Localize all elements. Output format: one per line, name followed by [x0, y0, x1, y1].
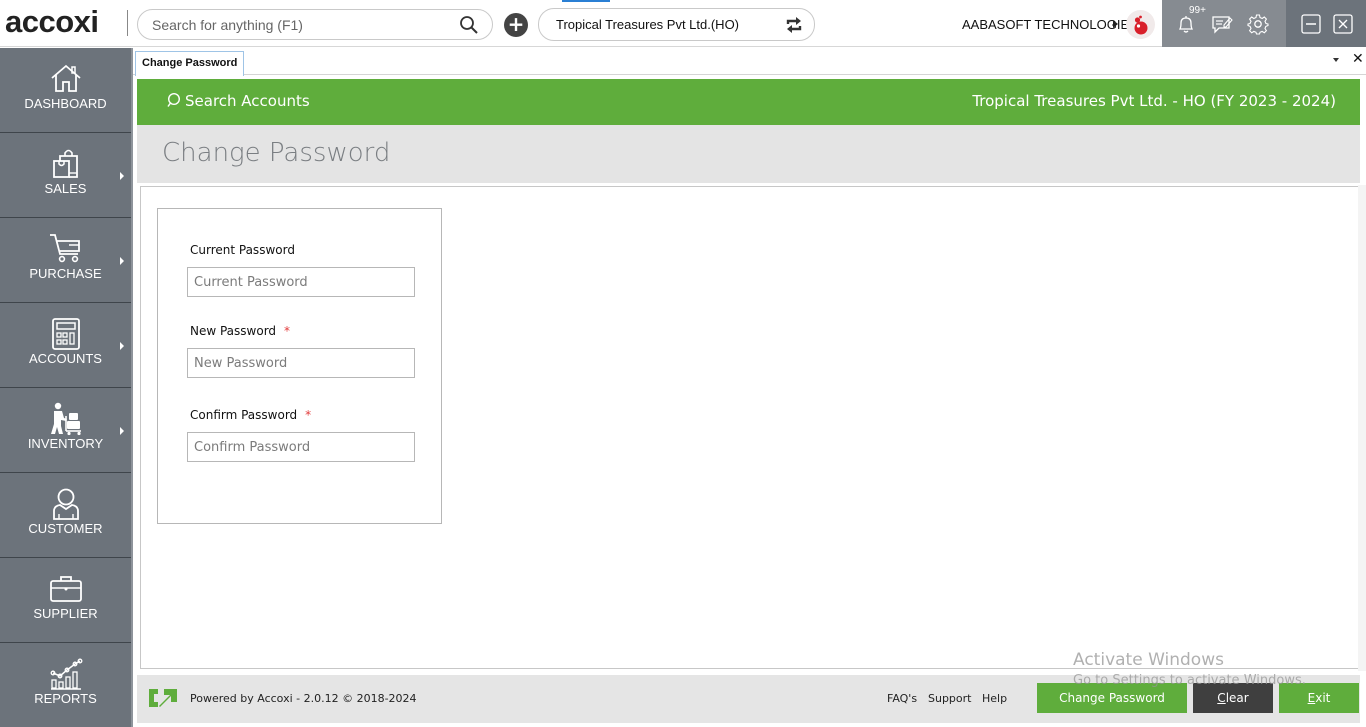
home-icon: [51, 64, 81, 92]
cart-icon: [50, 234, 80, 263]
sidebar-item-sales[interactable]: SALES: [0, 133, 131, 218]
accoxi-footer-logo-icon: [149, 689, 177, 707]
sidebar-item-purchase[interactable]: PURCHASE: [0, 218, 131, 303]
sidebar-item-customer[interactable]: CUSTOMER: [0, 473, 131, 558]
sidebar-item-reports[interactable]: REPORTS: [0, 643, 131, 727]
close-icon[interactable]: [1332, 13, 1354, 35]
footer-bar: Powered by Accoxi - 2.0.12 © 2018-2024 F…: [137, 675, 1360, 723]
bell-icon[interactable]: [1175, 13, 1197, 35]
powered-by-text: Powered by Accoxi - 2.0.12 © 2018-2024: [190, 692, 417, 705]
gear-icon[interactable]: [1247, 13, 1269, 35]
sidebar: DASHBOARD SALES PURCHASE ACCOUNTS INVENT…: [0, 48, 131, 727]
company-selector-value: Tropical Treasures Pvt Ltd.(HO): [556, 17, 740, 32]
trolley-worker-icon: [51, 402, 81, 436]
logo-divider: [127, 10, 128, 36]
sidebar-item-inventory[interactable]: INVENTORY: [0, 388, 131, 473]
sidebar-item-dashboard[interactable]: DASHBOARD: [0, 48, 131, 133]
exit-button[interactable]: Exit: [1279, 683, 1359, 713]
change-password-form: Current Password New Password * Confirm P…: [157, 208, 442, 524]
calculator-icon: [52, 318, 80, 350]
form-panel: Current Password New Password * Confirm P…: [140, 186, 1361, 669]
notification-badge: 99+: [1189, 5, 1206, 16]
account-header-bar: Search Accounts Tropical Treasures Pvt L…: [137, 79, 1360, 125]
submenu-arrow-icon: [120, 172, 124, 180]
search-accounts-label: Search Accounts: [185, 92, 310, 110]
sidebar-item-label: CUSTOMER: [28, 521, 103, 536]
avatar-logo-icon: [1134, 15, 1148, 35]
system-tray: [1162, 0, 1286, 47]
current-password-label: Current Password: [190, 243, 295, 257]
support-link[interactable]: Support: [928, 692, 971, 705]
plus-circle-icon: +: [507, 12, 525, 36]
sidebar-item-label: PURCHASE: [29, 266, 102, 281]
chart-icon: [50, 658, 83, 690]
add-new-button[interactable]: +: [504, 13, 528, 37]
submenu-arrow-icon: [120, 342, 124, 350]
tab-change-password[interactable]: Change Password: [135, 51, 245, 76]
window-controls: [1286, 0, 1366, 47]
change-password-button[interactable]: Change Password: [1037, 683, 1187, 713]
main-content: Change Password ✕ Search Accounts Tropic…: [131, 48, 1366, 727]
scrollbar-track[interactable]: [1358, 185, 1366, 671]
shopping-bags-icon: [53, 149, 78, 178]
submenu-arrow-icon: [120, 257, 124, 265]
top-bar: accoxi + Tropical Treasures Pvt Ltd.(HO)…: [0, 0, 1366, 47]
page-title: Change Password: [162, 138, 391, 168]
search-icon[interactable]: [459, 15, 479, 35]
organization-name[interactable]: AABASOFT TECHNOLOGIES: [962, 17, 1138, 32]
new-password-input[interactable]: [187, 348, 415, 378]
active-indicator: [562, 0, 610, 2]
clear-button[interactable]: Clear: [1193, 683, 1273, 713]
accoxi-logo: accoxi: [5, 4, 99, 39]
minimize-icon[interactable]: [1300, 13, 1322, 35]
sidebar-item-label: INVENTORY: [27, 436, 104, 451]
briefcase-icon: [50, 576, 82, 602]
caret-right-icon[interactable]: [1113, 20, 1118, 28]
sidebar-item-label: SALES: [44, 181, 87, 196]
sidebar-item-label: ACCOUNTS: [29, 351, 102, 366]
confirm-password-label: Confirm Password *: [190, 408, 312, 422]
user-avatar[interactable]: [1126, 10, 1155, 39]
sync-icon[interactable]: [784, 15, 804, 35]
sidebar-item-label: REPORTS: [34, 691, 97, 706]
required-marker: *: [284, 324, 291, 338]
company-selector[interactable]: Tropical Treasures Pvt Ltd.(HO): [538, 8, 815, 41]
message-edit-icon[interactable]: [1211, 13, 1233, 35]
user-icon: [53, 488, 79, 520]
current-password-input[interactable]: [187, 267, 415, 297]
search-accounts-link[interactable]: Search Accounts: [167, 92, 310, 110]
confirm-password-input[interactable]: [187, 432, 415, 462]
faqs-link[interactable]: FAQ's: [887, 692, 917, 705]
tab-list-dropdown-icon[interactable]: [1333, 58, 1339, 62]
sidebar-item-label: SUPPLIER: [33, 606, 98, 621]
sidebar-item-accounts[interactable]: ACCOUNTS: [0, 303, 131, 388]
new-password-label: New Password *: [190, 324, 291, 338]
required-marker: *: [305, 408, 312, 422]
close-tab-icon[interactable]: ✕: [1352, 51, 1364, 67]
submenu-arrow-icon: [120, 427, 124, 435]
search-icon: [167, 92, 181, 107]
company-fy-title: Tropical Treasures Pvt Ltd. - HO (FY 202…: [972, 92, 1336, 110]
global-search-input[interactable]: [152, 15, 452, 35]
global-search[interactable]: [137, 9, 493, 40]
page-title-bar: Change Password: [137, 125, 1360, 183]
sidebar-item-supplier[interactable]: SUPPLIER: [0, 558, 131, 643]
help-link[interactable]: Help: [982, 692, 1007, 705]
sidebar-item-label: DASHBOARD: [24, 96, 107, 111]
document-tabbar: Change Password ✕: [133, 48, 1366, 76]
